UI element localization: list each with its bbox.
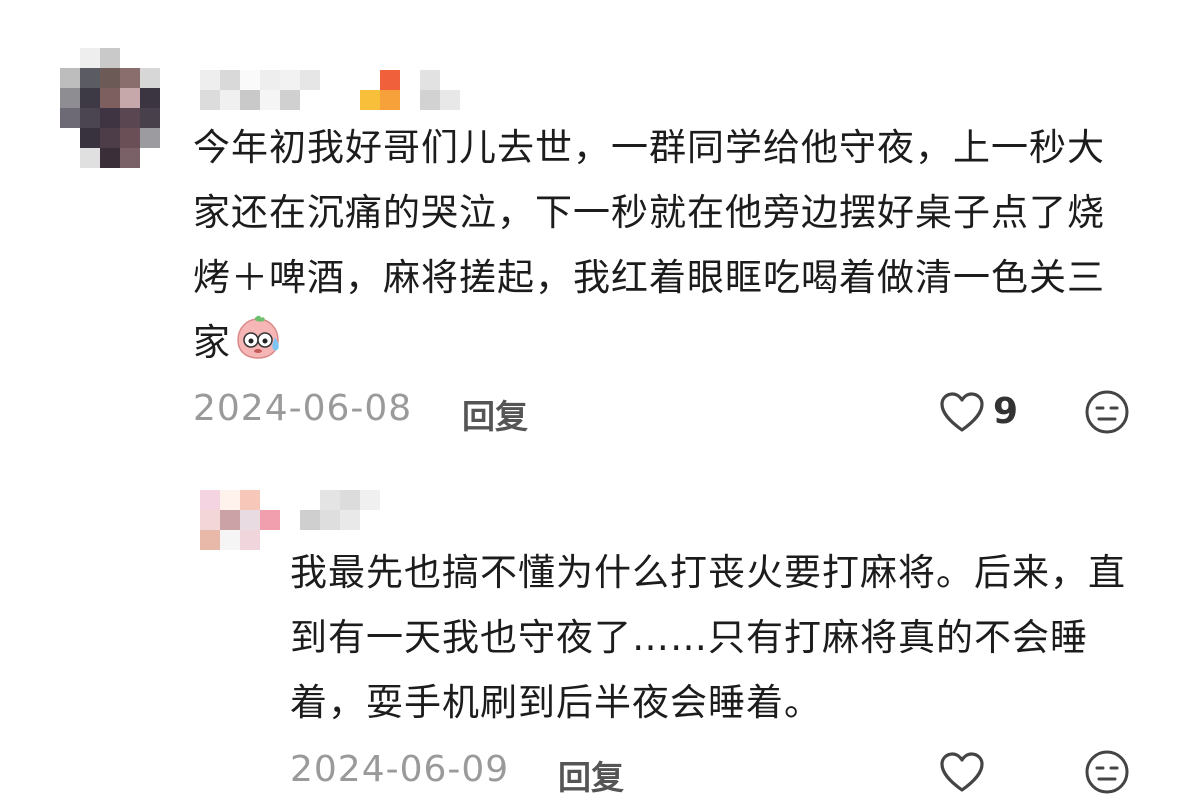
comment-date: 2024-06-08 xyxy=(193,388,413,429)
reply-button[interactable]: 回复 xyxy=(558,751,624,799)
like-count: 9 xyxy=(993,391,1019,432)
comment-text: 我最先也搞不懂为什么打丧火要打麻将。后来，直到有一天我也守夜了……只有打麻将真的… xyxy=(290,540,1130,735)
avatar[interactable] xyxy=(200,490,280,550)
unamused-face-outline-icon[interactable] xyxy=(1084,389,1130,435)
user-badge xyxy=(360,70,400,110)
user-badge xyxy=(420,70,460,110)
comment-text: 今年初我好哥们儿去世，一群同学给他守夜，上一秒大家还在沉痛的哭泣，下一秒就在他旁… xyxy=(193,115,1123,375)
heart-outline-icon[interactable] xyxy=(938,390,986,434)
comment-body: 我最先也搞不懂为什么打丧火要打麻将。后来，直到有一天我也守夜了……只有打麻将真的… xyxy=(290,551,1126,724)
comment-date: 2024-06-09 xyxy=(290,749,510,790)
unamused-face-outline-icon[interactable] xyxy=(1084,749,1130,795)
sweating-face-emoji-icon xyxy=(237,315,279,359)
heart-outline-icon[interactable] xyxy=(938,750,986,794)
username-blurred[interactable] xyxy=(200,70,320,110)
avatar[interactable] xyxy=(60,48,160,168)
reply-button[interactable]: 回复 xyxy=(462,390,528,438)
comment-body: 今年初我好哥们儿去世，一群同学给他守夜，上一秒大家还在沉痛的哭泣，下一秒就在他旁… xyxy=(193,126,1105,364)
username-blurred[interactable] xyxy=(300,490,380,530)
